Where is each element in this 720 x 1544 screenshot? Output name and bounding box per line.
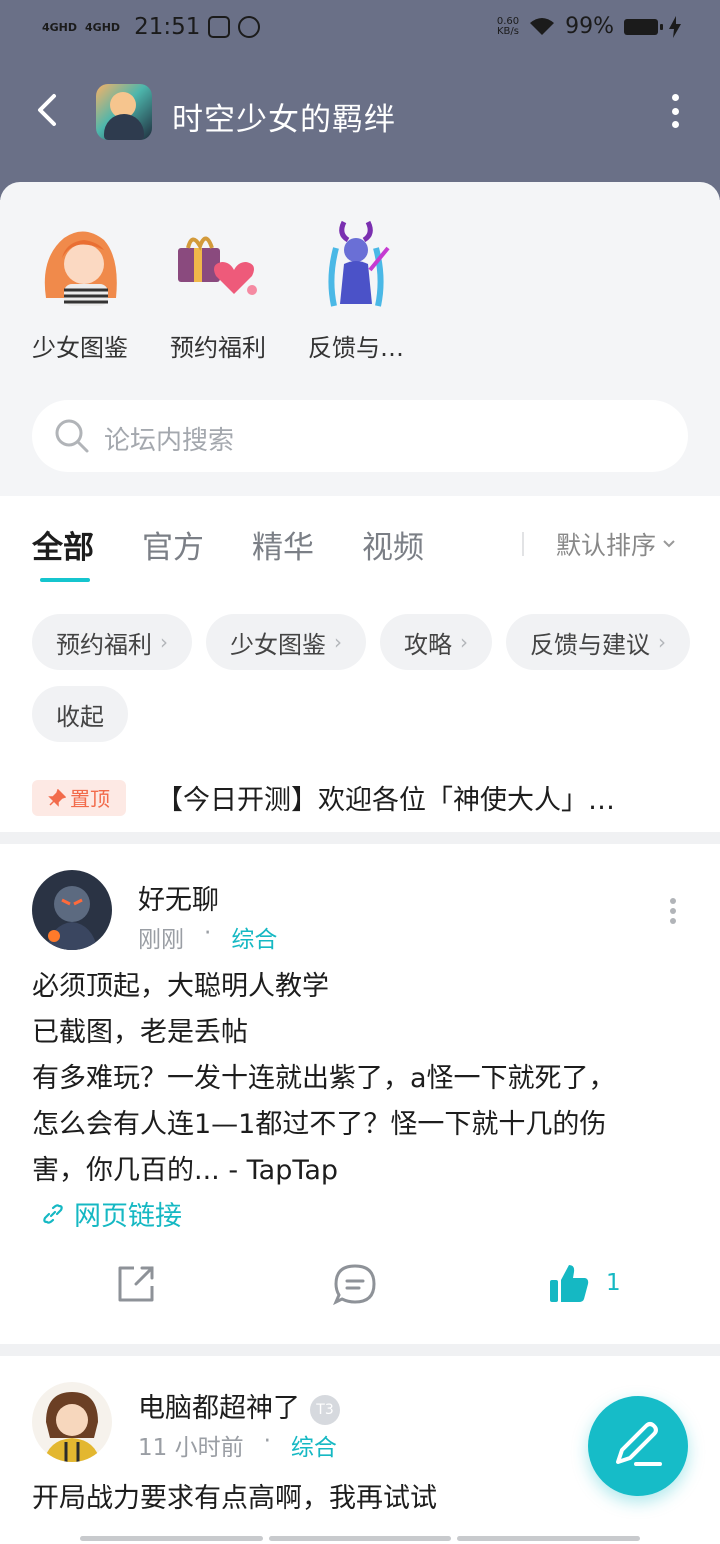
wifi-icon	[530, 17, 555, 35]
search-icon	[55, 419, 89, 453]
chip-guides[interactable]: 攻略 ›	[380, 614, 492, 670]
network-speed: 0.60 KB/s	[496, 16, 519, 37]
battery-icon	[624, 18, 663, 35]
chip-label: 少女图鉴	[230, 630, 326, 659]
shortcut-feedback[interactable]: 反馈与…	[304, 218, 408, 363]
feed-content: 全部 官方 精华 视频 默认排序 预约福利 › 少女图鉴 › 攻略 › 反馈与建议 › …	[0, 496, 720, 1544]
pinned-title: 【今日开测】欢迎各位「神使大人」…	[156, 785, 615, 816]
post-body-line: 害，你几百的... - TapTap	[32, 1155, 339, 1186]
battery-percent: 99%	[565, 14, 614, 39]
post-body-line: 有多难玩？一发十连就出紫了，a怪一下就死了，	[32, 1063, 616, 1094]
post-author[interactable]: 电脑都超神了 T3	[138, 1386, 340, 1425]
nav-bar: 时空少女的羁绊	[0, 70, 720, 154]
pinned-badge: 置顶	[32, 779, 126, 816]
post-meta: 刚刚 · 综合	[138, 920, 277, 954]
thumbs-up-icon	[550, 1265, 589, 1302]
chevron-down-icon	[663, 540, 675, 548]
comment-button[interactable]	[332, 1262, 378, 1308]
chevron-right-icon: ›	[460, 630, 468, 654]
clock: 21:51	[134, 14, 201, 40]
more-options-icon[interactable]	[670, 94, 680, 128]
post-author-name: 电脑都超神了	[138, 1393, 300, 1424]
avatar[interactable]	[32, 1382, 112, 1462]
sort-dropdown[interactable]: 默认排序	[556, 526, 676, 562]
chip-collapse[interactable]: 收起	[32, 686, 128, 742]
chip-label: 收起	[56, 702, 104, 731]
web-link[interactable]: 网页链接	[40, 1194, 182, 1233]
section-divider	[0, 1344, 720, 1356]
forum-search-bar[interactable]: 论坛内搜索	[32, 400, 688, 472]
chip-reservation-rewards[interactable]: 预约福利 ›	[32, 614, 192, 670]
shortcut-reservation-rewards[interactable]: 预约福利	[166, 218, 270, 363]
post-time: 11 小时前	[138, 1435, 244, 1461]
post-meta: 11 小时前 · 综合	[138, 1428, 337, 1462]
shortcut-row: 少女图鉴 预约福利 反馈与…	[28, 218, 408, 363]
like-count: 1	[606, 1270, 621, 1296]
chip-label: 攻略	[404, 630, 452, 659]
avatar[interactable]	[32, 870, 112, 950]
chip-girl-gallery[interactable]: 少女图鉴 ›	[206, 614, 366, 670]
post-card[interactable]: 好无聊 刚刚 · 综合 必须顶起，大聪明人教学 已截图，老是丢帖 有多难玩？一发…	[0, 844, 720, 1344]
feed-tabs: 全部 官方 精华 视频	[32, 522, 424, 582]
link-icon	[43, 1203, 63, 1224]
network-indicator-2: 4GHD	[85, 20, 121, 34]
sort-label: 默认排序	[556, 531, 657, 560]
share-icon	[118, 1266, 154, 1302]
search-placeholder: 论坛内搜索	[104, 426, 235, 456]
tab-official[interactable]: 官方	[142, 522, 204, 567]
tab-featured[interactable]: 精华	[252, 522, 314, 567]
shortcut-label: 少女图鉴	[32, 334, 128, 362]
status-bar: 4GHD 4GHD 21:51 0.60 KB/s 99%	[0, 0, 720, 56]
shortcut-label: 预约福利	[170, 334, 266, 362]
tab-video[interactable]: 视频	[362, 522, 424, 567]
gift-heart-icon	[178, 236, 257, 295]
chevron-right-icon: ›	[658, 630, 666, 654]
top-header: 4GHD 4GHD 21:51 0.60 KB/s 99% 时空少女的羁绊	[0, 0, 720, 200]
network-indicator-1: 4GHD	[42, 20, 78, 34]
post-body: 必须顶起，大聪明人教学 已截图，老是丢帖 有多难玩？一发十连就出紫了，a怪一下就…	[32, 964, 692, 1194]
chevron-right-icon: ›	[334, 630, 342, 654]
category-chips: 预约福利 › 少女图鉴 › 攻略 › 反馈与建议 › 收起	[32, 614, 692, 742]
charging-icon	[669, 15, 681, 38]
meta-dot: ·	[263, 1428, 271, 1454]
back-arrow-icon[interactable]	[28, 90, 68, 130]
shortcut-girl-gallery[interactable]: 少女图鉴	[28, 218, 132, 363]
post-category[interactable]: 综合	[291, 1428, 337, 1462]
like-button[interactable]: 1	[548, 1262, 621, 1304]
tab-all[interactable]: 全部	[32, 522, 94, 582]
level-badge: T3	[310, 1394, 340, 1425]
shortcut-label: 反馈与…	[308, 334, 404, 362]
game-icon	[96, 84, 152, 140]
page-title: 时空少女的羁绊	[172, 102, 396, 138]
pinned-badge-label: 置顶	[70, 787, 110, 811]
wechat-notification-icon	[238, 16, 261, 38]
share-button[interactable]	[114, 1262, 158, 1306]
post-actions: 1	[0, 1262, 720, 1322]
notification-app-icon	[208, 16, 231, 38]
girl-portrait-icon	[44, 231, 117, 306]
edit-pen-icon	[616, 1422, 662, 1466]
demon-girl-icon	[328, 220, 390, 307]
post-more-icon[interactable]	[670, 898, 676, 924]
network-speed-unit: KB/s	[496, 25, 519, 37]
meta-dot: ·	[204, 920, 212, 946]
chip-label: 预约福利	[56, 630, 152, 659]
post-time: 刚刚	[138, 927, 184, 953]
web-link-label: 网页链接	[74, 1201, 182, 1232]
chevron-right-icon: ›	[160, 630, 168, 654]
tab-divider	[522, 532, 524, 556]
post-author[interactable]: 好无聊	[138, 878, 219, 917]
compose-post-button[interactable]	[588, 1396, 688, 1496]
chip-label: 反馈与建议	[530, 630, 650, 659]
post-body-line: 必须顶起，大聪明人教学	[32, 971, 329, 1002]
pinned-post[interactable]: 置顶 【今日开测】欢迎各位「神使大人」…	[32, 778, 692, 817]
comment-icon	[333, 1264, 376, 1306]
section-divider	[0, 832, 720, 844]
post-category[interactable]: 综合	[231, 920, 277, 954]
gesture-bar	[80, 1536, 641, 1541]
pin-icon	[48, 788, 66, 807]
post-body-line: 已截图，老是丢帖	[32, 1017, 248, 1048]
chip-feedback[interactable]: 反馈与建议 ›	[506, 614, 690, 670]
post-body-line: 怎么会有人连1—1都过不了？怪一下就十几的伤	[32, 1109, 607, 1140]
